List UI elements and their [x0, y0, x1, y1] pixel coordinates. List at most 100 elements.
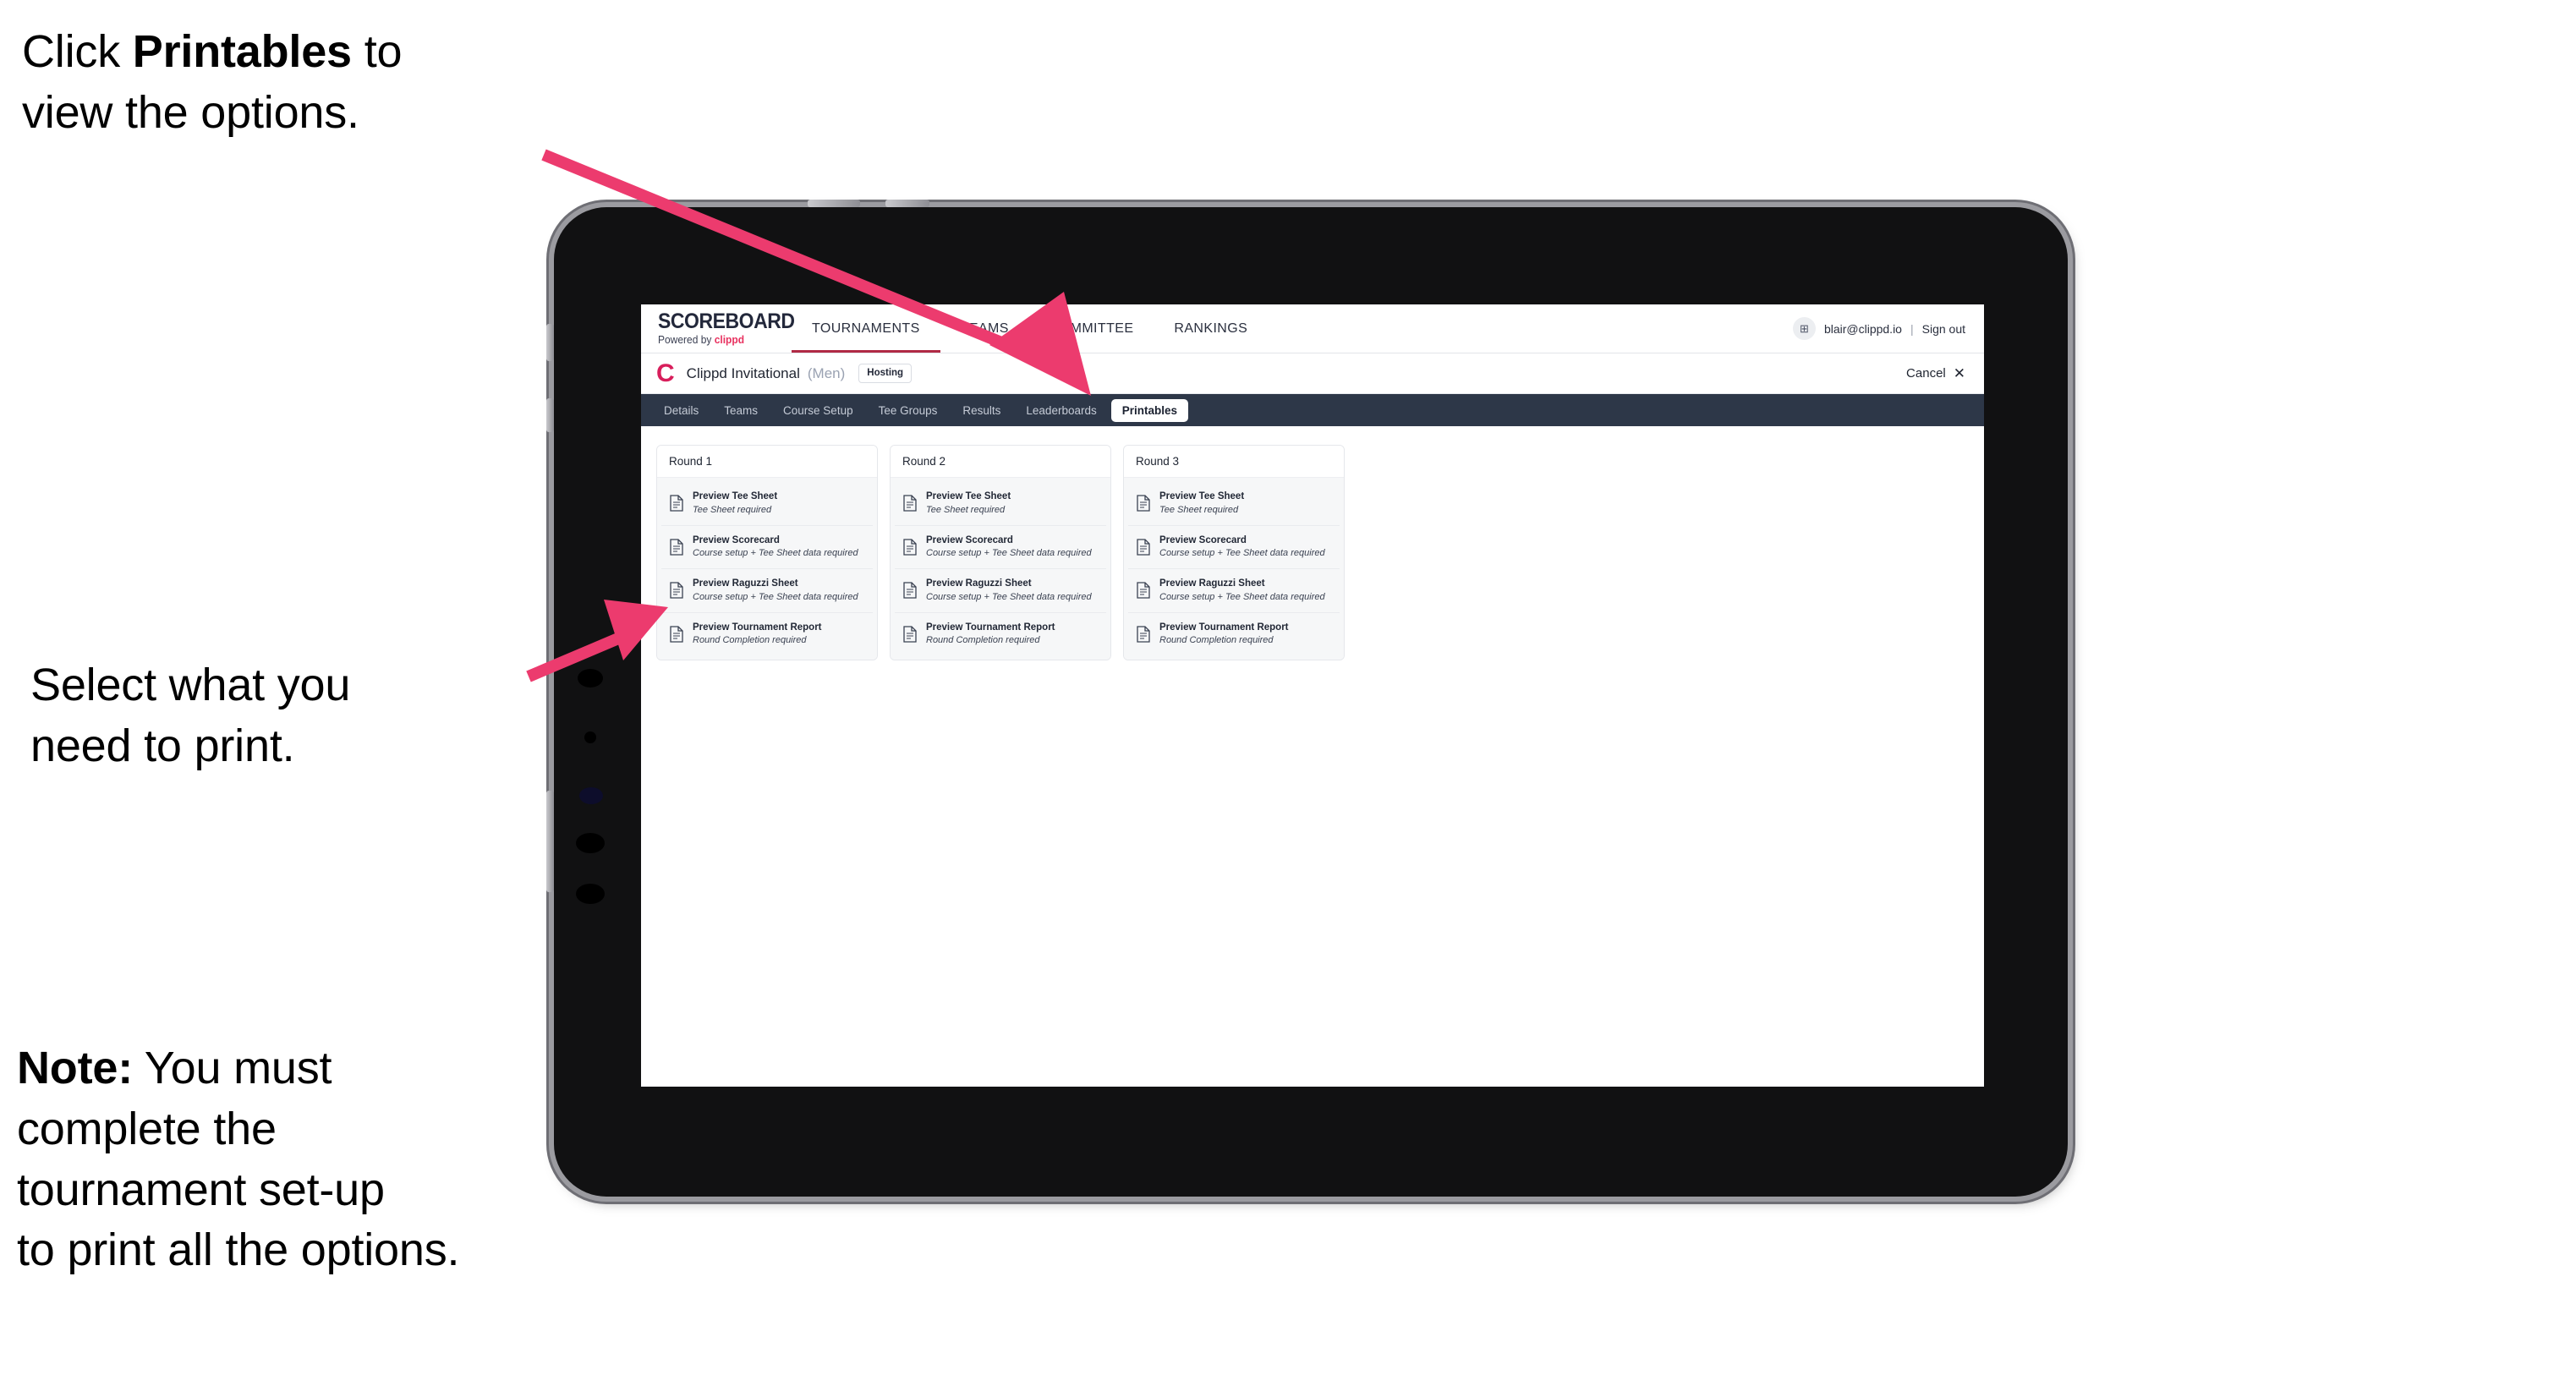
document-text: Preview Scorecard Course setup + Tee She… — [693, 535, 858, 560]
nav-tab-rankings[interactable]: RANKINGS — [1154, 304, 1268, 353]
document-title: Preview Tee Sheet — [1159, 491, 1245, 501]
list-item[interactable]: Preview Raguzzi Sheet Course setup + Tee… — [1128, 569, 1340, 613]
document-text: Preview Tee Sheet Tee Sheet required — [1159, 491, 1244, 516]
tournament-gender: (Men) — [807, 364, 846, 381]
cancel-button[interactable]: Cancel ✕ — [1906, 366, 1965, 381]
main-navigation: TOURNAMENTS TEAMS COMMITTEE RANKINGS — [792, 304, 1268, 353]
document-requirement: Course setup + Tee Sheet data required — [1159, 591, 1325, 602]
document-title: Preview Tournament Report — [693, 622, 822, 633]
list-item[interactable]: Preview Raguzzi Sheet Course setup + Tee… — [661, 569, 873, 613]
tablet-speaker-hole-a — [578, 669, 603, 688]
nav-tab-teams[interactable]: TEAMS — [940, 304, 1029, 353]
document-requirement: Course setup + Tee Sheet data required — [926, 591, 1092, 602]
nav-tab-tournaments[interactable]: TOURNAMENTS — [792, 304, 940, 353]
tab-details[interactable]: Details — [653, 399, 710, 422]
round-document-list: Preview Tee Sheet Tee Sheet required Pre… — [891, 478, 1110, 660]
document-icon — [670, 495, 683, 512]
tab-tee-groups[interactable]: Tee Groups — [868, 399, 949, 422]
printables-content: Round 1 Preview Tee Sheet Tee Sheet requ… — [641, 426, 1984, 680]
document-text: Preview Tee Sheet Tee Sheet required — [693, 491, 777, 516]
tablet-top-rail-b — [885, 200, 929, 207]
document-requirement: Tee Sheet required — [1159, 504, 1239, 515]
tab-results[interactable]: Results — [951, 399, 1011, 422]
document-text: Preview Raguzzi Sheet Course setup + Tee… — [926, 578, 1092, 603]
brand-name: SCOREBOARD — [658, 310, 795, 334]
scoreboard-logo[interactable]: SCOREBOARD Powered by clippd — [641, 304, 795, 353]
document-icon — [670, 582, 683, 599]
document-icon — [1137, 582, 1150, 599]
document-text: Preview Raguzzi Sheet Course setup + Tee… — [693, 578, 858, 603]
document-icon — [1137, 539, 1150, 556]
tournament-subnav: Details Teams Course Setup Tee Groups Re… — [641, 394, 1984, 426]
list-item[interactable]: Preview Tee Sheet Tee Sheet required — [1128, 482, 1340, 526]
annotation-click-bold: Printables — [132, 26, 352, 77]
round-card: Round 3 Preview Tee Sheet Tee Sheet requ… — [1123, 445, 1345, 661]
app-header: SCOREBOARD Powered by clippd TOURNAMENTS… — [641, 304, 1984, 353]
tablet-volume-down-rail — [546, 398, 554, 432]
tablet-sensor-dot — [584, 731, 596, 743]
account-separator: | — [1910, 321, 1914, 336]
tournament-name: Clippd Invitational — [686, 364, 800, 381]
document-icon — [670, 626, 683, 643]
list-item[interactable]: Preview Tournament Report Round Completi… — [661, 612, 873, 656]
document-requirement: Round Completion required — [1159, 635, 1274, 646]
list-item[interactable]: Preview Tournament Report Round Completi… — [895, 612, 1106, 656]
document-requirement: Course setup + Tee Sheet data required — [693, 591, 858, 602]
annotation-click-printables: Click Printables to view the options. — [22, 22, 580, 144]
tournament-header: C Clippd Invitational (Men) Hosting Canc… — [641, 353, 1984, 394]
round-document-list: Preview Tee Sheet Tee Sheet required Pre… — [1124, 478, 1344, 660]
document-text: Preview Tournament Report Round Completi… — [1159, 622, 1289, 647]
tablet-device-frame: SCOREBOARD Powered by clippd TOURNAMENTS… — [546, 200, 2068, 1197]
document-text: Preview Tee Sheet Tee Sheet required — [926, 491, 1011, 516]
account-email: blair@clippd.io — [1823, 321, 1902, 336]
document-title: Preview Scorecard — [1159, 534, 1247, 545]
round-card: Round 1 Preview Tee Sheet Tee Sheet requ… — [656, 445, 878, 661]
document-icon — [1137, 495, 1150, 512]
cancel-label: Cancel — [1906, 366, 1946, 381]
document-requirement: Tee Sheet required — [693, 504, 772, 515]
close-icon: ✕ — [1953, 365, 1965, 381]
document-title: Preview Tee Sheet — [926, 491, 1011, 501]
list-item[interactable]: Preview Tee Sheet Tee Sheet required — [661, 482, 873, 526]
tablet-top-rail-a — [808, 200, 860, 207]
annotation-select-print: Select what you need to print. — [30, 660, 351, 771]
document-icon — [903, 626, 917, 643]
tab-teams[interactable]: Teams — [713, 399, 769, 422]
brand-tagline-clippd: clippd — [714, 334, 745, 347]
nav-tab-committee[interactable]: COMMITTEE — [1029, 304, 1154, 353]
list-item[interactable]: Preview Tournament Report Round Completi… — [1128, 612, 1340, 656]
document-requirement: Course setup + Tee Sheet data required — [926, 548, 1092, 559]
screenshot-canvas: Click Printables to view the options. Se… — [0, 0, 2576, 1386]
document-title: Preview Tee Sheet — [693, 491, 778, 501]
list-item[interactable]: Preview Scorecard Course setup + Tee She… — [895, 525, 1106, 570]
document-icon — [903, 495, 917, 512]
list-item[interactable]: Preview Scorecard Course setup + Tee She… — [661, 525, 873, 570]
round-card: Round 2 Preview Tee Sheet Tee Sheet requ… — [890, 445, 1111, 661]
document-icon — [1137, 626, 1150, 643]
avatar[interactable]: ⊞ — [1792, 317, 1816, 340]
brand-tagline-prefix: Powered by — [658, 334, 715, 347]
list-item[interactable]: Preview Scorecard Course setup + Tee She… — [1128, 525, 1340, 570]
document-text: Preview Scorecard Course setup + Tee She… — [1159, 535, 1325, 560]
brand-tagline: Powered by clippd — [658, 335, 787, 346]
tablet-speaker-hole-c — [576, 884, 605, 904]
tab-leaderboards[interactable]: Leaderboards — [1015, 399, 1107, 422]
tablet-camera-lens — [579, 787, 603, 804]
tab-printables[interactable]: Printables — [1110, 398, 1189, 422]
tablet-speaker-hole-b — [576, 833, 605, 853]
list-item[interactable]: Preview Raguzzi Sheet Course setup + Tee… — [895, 569, 1106, 613]
list-item[interactable]: Preview Tee Sheet Tee Sheet required — [895, 482, 1106, 526]
annotation-click-prefix: Click — [22, 26, 133, 77]
document-title: Preview Raguzzi Sheet — [926, 578, 1032, 589]
tablet-side-rail — [546, 791, 554, 892]
round-document-list: Preview Tee Sheet Tee Sheet required Pre… — [657, 478, 877, 660]
clippd-logo-icon: C — [656, 359, 675, 387]
round-title: Round 1 — [657, 446, 877, 478]
sign-out-link[interactable]: Sign out — [1922, 322, 1965, 336]
round-title: Round 3 — [1124, 446, 1344, 478]
document-text: Preview Raguzzi Sheet Course setup + Tee… — [1159, 578, 1325, 603]
tab-course-setup[interactable]: Course Setup — [772, 399, 864, 422]
document-requirement: Round Completion required — [693, 635, 807, 646]
document-title: Preview Tournament Report — [926, 622, 1055, 633]
document-requirement: Round Completion required — [926, 635, 1040, 646]
